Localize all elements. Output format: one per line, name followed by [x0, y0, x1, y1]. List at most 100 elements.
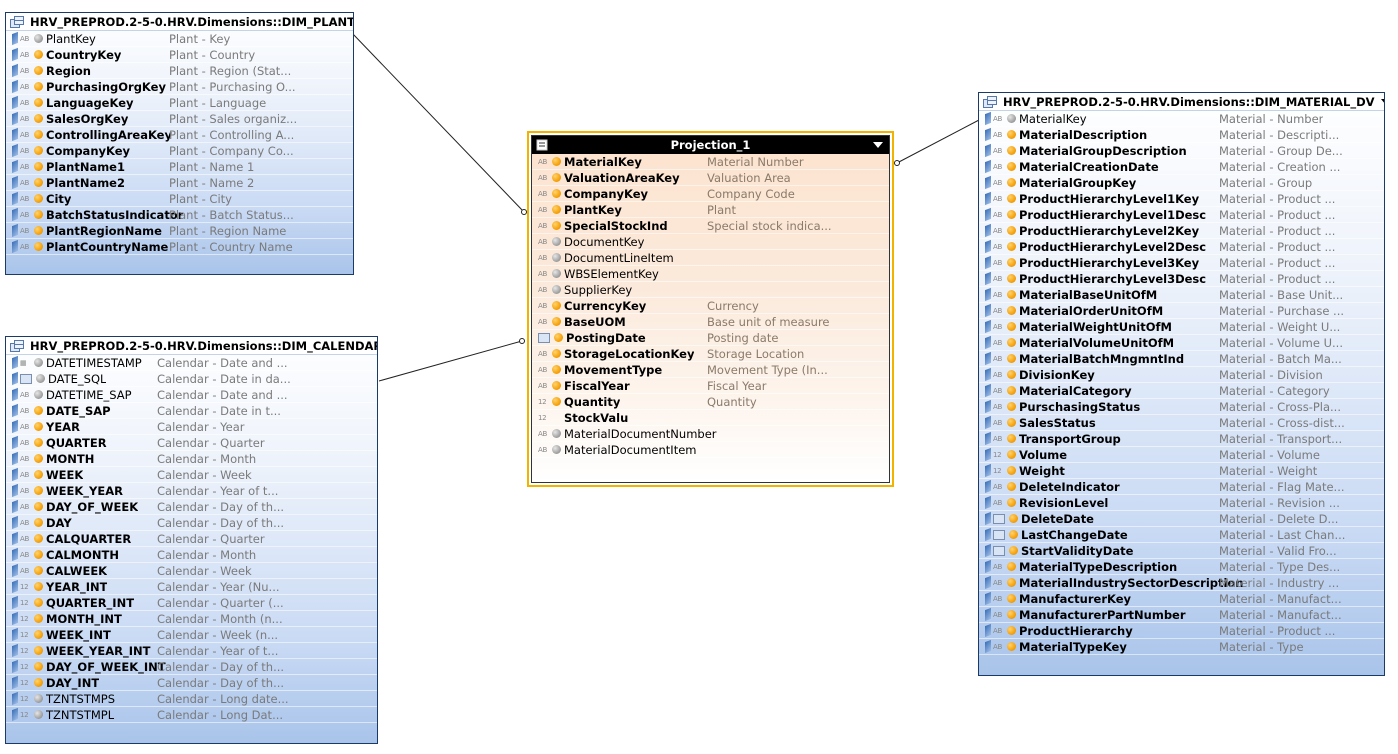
column-row[interactable]: AB MaterialWeightUnitOfM Material - Weight…	[979, 319, 1384, 335]
column-row[interactable]: 12 WEEK_YEAR_INT Calendar - Year of t...	[6, 643, 377, 659]
column-row[interactable]: AB BaseUOM Base unit of measure	[532, 314, 889, 330]
column-row[interactable]: ▦ DATETIMESTAMP Calendar - Date and ...	[6, 355, 377, 371]
column-row[interactable]: AB DATE_SAP Calendar - Date in t...	[6, 403, 377, 419]
column-row[interactable]: AB SupplierKey	[532, 282, 889, 298]
column-row[interactable]: AB RevisionLevel Material - Revision ...	[979, 495, 1384, 511]
column-row[interactable]: DATE_SQL Calendar - Date in da...	[6, 371, 377, 387]
column-row[interactable]: PostingDate Posting date	[532, 330, 889, 346]
column-row[interactable]: AB DivisionKey Material - Division	[979, 367, 1384, 383]
column-row[interactable]: AB MaterialBaseUnitOfM Material - Base Uni…	[979, 287, 1384, 303]
column-row[interactable]: AB SalesStatus Material - Cross-dist...	[979, 415, 1384, 431]
column-row[interactable]: AB ProductHierarchyLevel3Key Material - Pr…	[979, 255, 1384, 271]
column-row[interactable]: 12 DAY_OF_WEEK_INT Calendar - Day of th...	[6, 659, 377, 675]
column-row[interactable]: AB MaterialVolumeUnitOfM Material - Volume…	[979, 335, 1384, 351]
column-row[interactable]: 12 WEEK_INT Calendar - Week (n...	[6, 627, 377, 643]
column-row[interactable]: 12 MONTH_INT Calendar - Month (n...	[6, 611, 377, 627]
column-row[interactable]: AB WBSElementKey	[532, 266, 889, 282]
column-row[interactable]: AB MaterialIndustrySectorDescription Mater…	[979, 575, 1384, 591]
column-row[interactable]: AB LanguageKey Plant - Language	[6, 95, 353, 111]
column-row[interactable]: AB CurrencyKey Currency	[532, 298, 889, 314]
column-row[interactable]: AB MaterialDescription Material - Descript…	[979, 127, 1384, 143]
column-row[interactable]: AB MaterialBatchMngmntInd Material - Batch…	[979, 351, 1384, 367]
plant-table-header[interactable]: HRV_PREPROD.2-5-0.HRV.Dimensions::DIM_PL…	[6, 13, 353, 31]
column-row[interactable]: 12 TZNTSTMPS Calendar - Long date...	[6, 691, 377, 707]
column-row[interactable]: AB MaterialCategory Material - Category	[979, 383, 1384, 399]
column-row[interactable]: AB MaterialDocumentNumber	[532, 426, 889, 442]
column-row[interactable]: AB CALMONTH Calendar - Month	[6, 547, 377, 563]
chevron-down-icon[interactable]	[1380, 98, 1384, 105]
column-row[interactable]: AB BatchStatusIndicator Plant - Batch Stat…	[6, 207, 353, 223]
projection-node[interactable]: Projection_1 AB MaterialKey Material Numbe…	[527, 131, 894, 487]
column-row[interactable]: AB StorageLocationKey Storage Location	[532, 346, 889, 362]
material-table-node[interactable]: HRV_PREPROD.2-5-0.HRV.Dimensions::DIM_MA…	[978, 92, 1385, 676]
column-row[interactable]: AB PlantCountryName Plant - Country Name	[6, 239, 353, 255]
column-row[interactable]: AB DAY Calendar - Day of th...	[6, 515, 377, 531]
column-row[interactable]: AB ProductHierarchyLevel1Desc Material - P…	[979, 207, 1384, 223]
column-row[interactable]: AB ProductHierarchyLevel1Key Material - Pr…	[979, 191, 1384, 207]
chevron-down-icon[interactable]	[873, 142, 883, 148]
column-row[interactable]: AB DocumentKey	[532, 234, 889, 250]
column-row[interactable]: AB ValuationAreaKey Valuation Area	[532, 170, 889, 186]
column-row[interactable]: AB FiscalYear Fiscal Year	[532, 378, 889, 394]
column-row[interactable]: AB MaterialTypeKey Material - Type	[979, 639, 1384, 655]
column-row[interactable]: 12 TZNTSTMPL Calendar - Long Dat...	[6, 707, 377, 723]
column-row[interactable]: AB MaterialGroupDescription Material - Gro…	[979, 143, 1384, 159]
column-row[interactable]: AB MovementType Movement Type (In...	[532, 362, 889, 378]
column-row[interactable]: AB ProductHierarchyLevel2Key Material - Pr…	[979, 223, 1384, 239]
column-row[interactable]: AB SalesOrgKey Plant - Sales organiz...	[6, 111, 353, 127]
column-row[interactable]: StartValidityDate Material - Valid Fro...	[979, 543, 1384, 559]
calendar-table-node[interactable]: HRV_PREPROD.2-5-0.HRV.Dimensions::DIM_CA…	[5, 336, 378, 744]
column-row[interactable]: AB ControllingAreaKey Plant - Controlling …	[6, 127, 353, 143]
column-row[interactable]: AB PlantRegionName Plant - Region Name	[6, 223, 353, 239]
column-row[interactable]: AB CountryKey Plant - Country	[6, 47, 353, 63]
column-row[interactable]: 12 Volume Material - Volume	[979, 447, 1384, 463]
plant-table-node[interactable]: HRV_PREPROD.2-5-0.HRV.Dimensions::DIM_PL…	[5, 12, 354, 275]
column-row[interactable]: 12 DAY_INT Calendar - Day of th...	[6, 675, 377, 691]
column-row[interactable]: AB PurchasingOrgKey Plant - Purchasing O..…	[6, 79, 353, 95]
column-row[interactable]: 12 StockValu	[532, 410, 889, 426]
column-row[interactable]: AB WEEK_YEAR Calendar - Year of t...	[6, 483, 377, 499]
column-row[interactable]: AB MaterialDocumentItem	[532, 442, 889, 458]
column-row[interactable]: AB DocumentLineItem	[532, 250, 889, 266]
column-row[interactable]: AB PlantName1 Plant - Name 1	[6, 159, 353, 175]
column-row[interactable]: AB WEEK Calendar - Week	[6, 467, 377, 483]
column-row[interactable]: AB SpecialStockInd Special stock indica...	[532, 218, 889, 234]
column-row[interactable]: AB ProductHierarchy Material - Product ...	[979, 623, 1384, 639]
column-row[interactable]: AB MaterialKey Material - Number	[979, 111, 1384, 127]
column-row[interactable]: AB CompanyKey Plant - Company Co...	[6, 143, 353, 159]
column-row[interactable]: AB DeleteIndicator Material - Flag Mate...	[979, 479, 1384, 495]
column-row[interactable]: AB PurschasingStatus Material - Cross-Pla.…	[979, 399, 1384, 415]
column-row[interactable]: AB QUARTER Calendar - Quarter	[6, 435, 377, 451]
column-row[interactable]: AB PlantKey Plant - Key	[6, 31, 353, 47]
column-row[interactable]: AB MaterialKey Material Number	[532, 154, 889, 170]
column-row[interactable]: LastChangeDate Material - Last Chan...	[979, 527, 1384, 543]
column-row[interactable]: AB ManufacturerPartNumber Material - Manuf…	[979, 607, 1384, 623]
column-row[interactable]: AB MONTH Calendar - Month	[6, 451, 377, 467]
projection-header[interactable]: Projection_1	[532, 136, 889, 154]
calendar-table-header[interactable]: HRV_PREPROD.2-5-0.HRV.Dimensions::DIM_CA…	[6, 337, 377, 355]
column-row[interactable]: 12 YEAR_INT Calendar - Year (Nu...	[6, 579, 377, 595]
material-table-header[interactable]: HRV_PREPROD.2-5-0.HRV.Dimensions::DIM_MA…	[979, 93, 1384, 111]
column-row[interactable]: AB MaterialGroupKey Material - Group	[979, 175, 1384, 191]
column-row[interactable]: 12 Quantity Quantity	[532, 394, 889, 410]
column-row[interactable]: AB YEAR Calendar - Year	[6, 419, 377, 435]
column-row[interactable]: AB MaterialTypeDescription Material - Type…	[979, 559, 1384, 575]
column-row[interactable]: AB ProductHierarchyLevel2Desc Material - P…	[979, 239, 1384, 255]
column-row[interactable]: AB CALWEEK Calendar - Week	[6, 563, 377, 579]
column-row[interactable]: 12 QUARTER_INT Calendar - Quarter (...	[6, 595, 377, 611]
column-row[interactable]: DeleteDate Material - Delete D...	[979, 511, 1384, 527]
column-row[interactable]: AB ProductHierarchyLevel3Desc Material - P…	[979, 271, 1384, 287]
column-row[interactable]: AB MaterialOrderUnitOfM Material - Purchas…	[979, 303, 1384, 319]
column-row[interactable]: AB Region Plant - Region (Stat...	[6, 63, 353, 79]
column-row[interactable]: AB ManufacturerKey Material - Manufact...	[979, 591, 1384, 607]
column-row[interactable]: AB DAY_OF_WEEK Calendar - Day of th...	[6, 499, 377, 515]
column-row[interactable]: AB PlantKey Plant	[532, 202, 889, 218]
column-row[interactable]: AB CALQUARTER Calendar - Quarter	[6, 531, 377, 547]
column-row[interactable]: 12 Weight Material - Weight	[979, 463, 1384, 479]
column-row[interactable]: AB DATETIME_SAP Calendar - Date and ...	[6, 387, 377, 403]
column-row[interactable]: AB MaterialCreationDate Material - Creatio…	[979, 159, 1384, 175]
column-row[interactable]: AB CompanyKey Company Code	[532, 186, 889, 202]
column-row[interactable]: AB PlantName2 Plant - Name 2	[6, 175, 353, 191]
column-row[interactable]: AB City Plant - City	[6, 191, 353, 207]
column-row[interactable]: AB TransportGroup Material - Transport...	[979, 431, 1384, 447]
